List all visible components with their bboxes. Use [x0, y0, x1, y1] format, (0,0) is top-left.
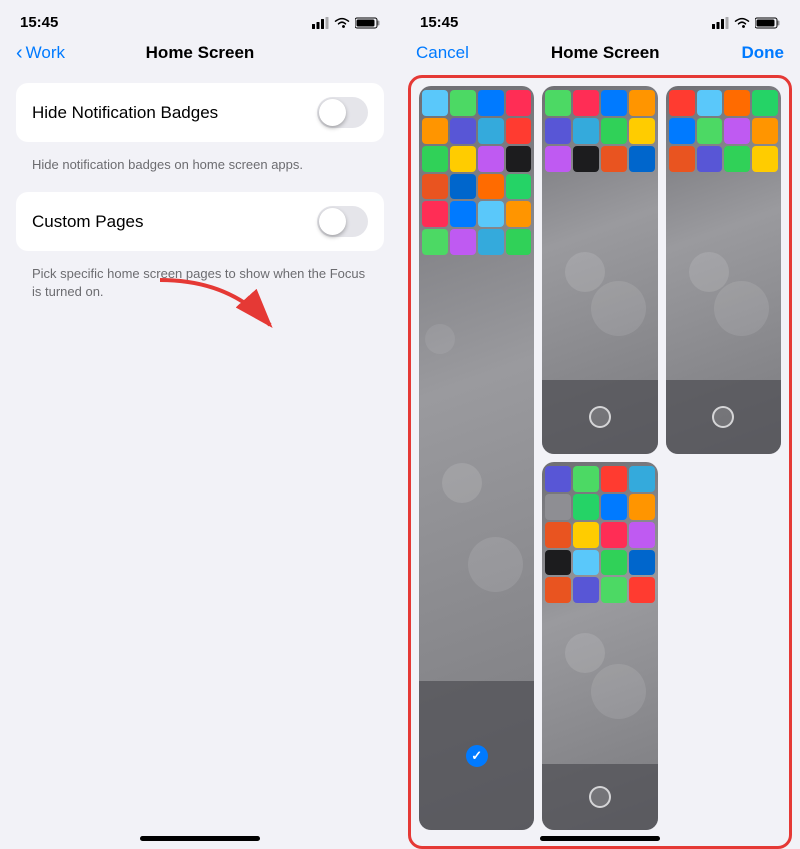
- home-bar-left: [140, 836, 260, 841]
- signal-icon-right: [712, 17, 729, 29]
- page3-selector[interactable]: [712, 406, 734, 428]
- nav-bar-left: ‹ Work Home Screen: [0, 39, 400, 75]
- hide-notification-row[interactable]: Hide Notification Badges: [16, 83, 384, 142]
- signal-icon: [312, 17, 329, 29]
- wifi-icon-right: [734, 17, 750, 29]
- hide-notification-section: Hide Notification Badges: [16, 83, 384, 142]
- page1-selector[interactable]: ✓: [466, 745, 488, 767]
- home-bar-right: [540, 836, 660, 841]
- time-left: 15:45: [20, 14, 58, 31]
- battery-icon-right: [755, 17, 780, 29]
- back-chevron-icon: ‹: [16, 43, 23, 63]
- page4-selector[interactable]: [589, 786, 611, 808]
- custom-pages-toggle-knob: [319, 208, 346, 235]
- back-button[interactable]: ‹ Work: [16, 43, 65, 63]
- battery-icon: [355, 17, 380, 29]
- custom-pages-section: Custom Pages: [16, 192, 384, 251]
- status-bar-left: 15:45: [0, 0, 400, 39]
- right-panel: 15:45 Cancel Home Screen Done: [400, 0, 800, 849]
- nav-title-left: Home Screen: [146, 43, 255, 63]
- hide-notification-label: Hide Notification Badges: [32, 103, 218, 123]
- pages-grid: ✓: [408, 75, 792, 849]
- page-thumb-2[interactable]: [542, 86, 657, 454]
- back-label: Work: [26, 43, 65, 63]
- custom-pages-toggle[interactable]: [317, 206, 368, 237]
- done-button[interactable]: Done: [742, 43, 785, 63]
- sheet-nav: Cancel Home Screen Done: [400, 39, 800, 75]
- status-icons-right: [712, 17, 780, 29]
- page-thumb-3[interactable]: [666, 86, 781, 454]
- page-thumb-1[interactable]: ✓: [419, 86, 534, 830]
- page-thumb-4[interactable]: [542, 462, 657, 830]
- custom-pages-row[interactable]: Custom Pages: [16, 192, 384, 251]
- empty-cell-1: [666, 462, 781, 830]
- custom-pages-description: Pick specific home screen pages to show …: [0, 259, 400, 311]
- page2-selector[interactable]: [589, 406, 611, 428]
- status-bar-right: 15:45: [400, 0, 800, 39]
- hide-notification-description: Hide notification badges on home screen …: [0, 150, 400, 184]
- cancel-button[interactable]: Cancel: [416, 43, 469, 63]
- status-icons-left: [312, 17, 380, 29]
- wifi-icon: [334, 17, 350, 29]
- left-panel: 15:45 ‹ Wo: [0, 0, 400, 849]
- toggle-knob: [319, 99, 346, 126]
- time-right: 15:45: [420, 14, 458, 31]
- hide-notification-toggle[interactable]: [317, 97, 368, 128]
- sheet-title: Home Screen: [551, 43, 660, 63]
- custom-pages-label: Custom Pages: [32, 212, 144, 232]
